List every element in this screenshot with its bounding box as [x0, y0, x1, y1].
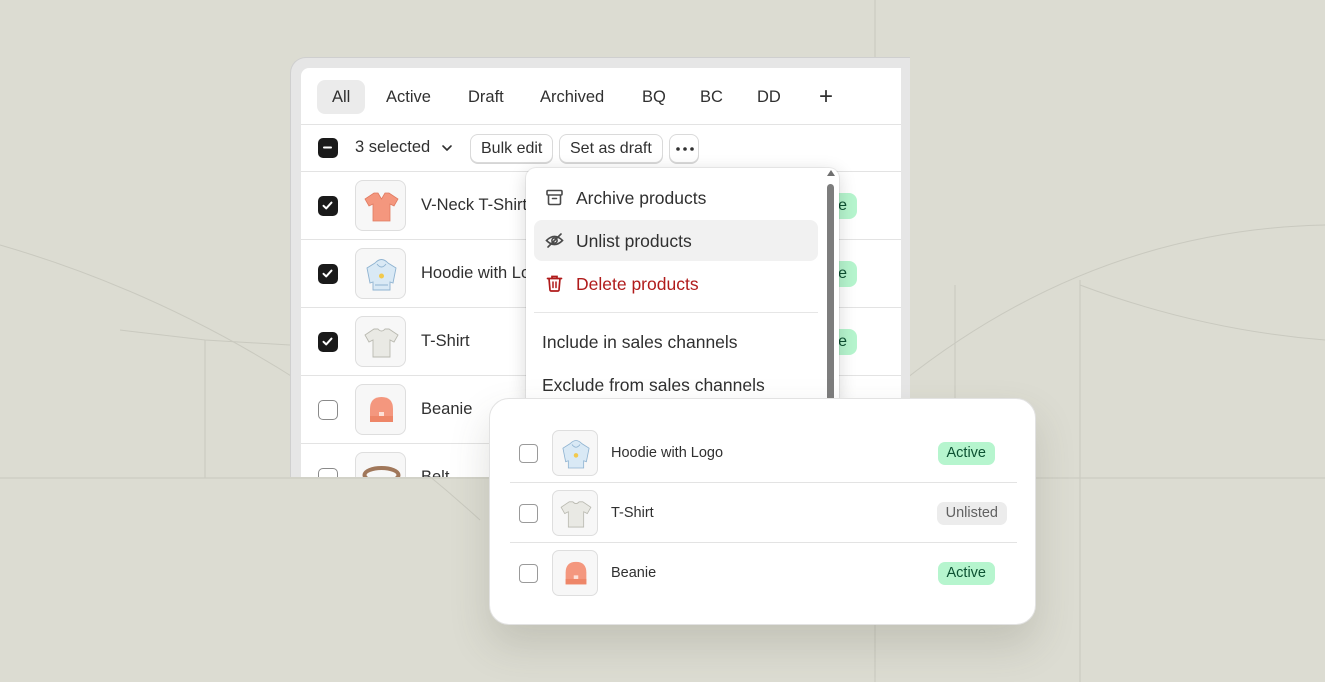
product-name[interactable]: Belt: [421, 468, 449, 477]
selection-count-dropdown[interactable]: 3 selected: [355, 138, 453, 157]
tab-dd[interactable]: DD: [742, 80, 796, 114]
status-badge: Active: [937, 562, 995, 585]
view-tabs: All Active Draft Archived BQ BC DD +: [301, 68, 901, 125]
selection-count-label: 3 selected: [355, 138, 431, 156]
menu-item-label: Unlist products: [576, 231, 692, 251]
product-thumbnail: [355, 180, 406, 231]
product-thumbnail: [355, 248, 406, 299]
list-item[interactable]: Beanie Active: [510, 543, 1017, 603]
tab-archived[interactable]: Archived: [525, 80, 619, 114]
more-actions-button[interactable]: [669, 134, 699, 163]
checkmark-icon: [322, 337, 333, 346]
beanie-image: [565, 561, 587, 585]
tab-draft[interactable]: Draft: [453, 80, 519, 114]
select-all-checkbox[interactable]: [318, 138, 338, 158]
product-thumbnail: [552, 550, 598, 596]
product-name[interactable]: V-Neck T-Shirt: [421, 196, 527, 215]
menu-item-label: Delete products: [576, 274, 699, 294]
row-checkbox[interactable]: [318, 468, 338, 477]
list-item[interactable]: T-Shirt Unlisted: [510, 483, 1017, 543]
menu-item-unlist[interactable]: Unlist products: [534, 220, 818, 261]
product-thumbnail: [355, 384, 406, 435]
menu-item-include-channels[interactable]: Include in sales channels: [534, 321, 818, 362]
beanie-image: [370, 397, 393, 422]
tab-bq[interactable]: BQ: [627, 80, 681, 114]
add-view-button[interactable]: +: [811, 80, 841, 114]
tab-active[interactable]: Active: [371, 80, 446, 114]
scrollbar-thumb[interactable]: [827, 184, 834, 406]
status-badge: Unlisted: [936, 502, 1007, 525]
product-name[interactable]: Hoodie with Logo: [611, 445, 723, 461]
bulk-action-bar: 3 selected Bulk edit Set as draft: [301, 125, 901, 172]
product-name[interactable]: Beanie: [421, 400, 472, 419]
checkmark-icon: [322, 201, 333, 210]
product-name[interactable]: T-Shirt: [421, 332, 470, 351]
ellipsis-icon: [676, 147, 694, 151]
archive-icon: [546, 189, 563, 206]
product-thumbnail: [355, 452, 406, 477]
row-checkbox[interactable]: [318, 196, 338, 216]
belt-image: [362, 466, 401, 477]
scroll-up-arrow-icon[interactable]: [827, 170, 835, 176]
menu-item-delete[interactable]: Delete products: [534, 263, 818, 304]
more-actions-menu: Archive products Unlist products Delete …: [526, 168, 839, 408]
hoodie-image: [366, 259, 397, 291]
checkmark-icon: [322, 269, 333, 278]
tab-all[interactable]: All: [317, 80, 366, 114]
row-checkbox[interactable]: [318, 400, 338, 420]
chevron-down-icon: [442, 145, 452, 151]
menu-scrollbar[interactable]: [826, 170, 838, 406]
vneck-tshirt-image: [364, 192, 399, 222]
bulk-edit-button[interactable]: Bulk edit: [470, 134, 554, 163]
row-checkbox[interactable]: [318, 264, 338, 284]
row-checkbox[interactable]: [519, 444, 538, 463]
minus-icon: [323, 146, 332, 149]
list-item[interactable]: Hoodie with Logo Active: [510, 423, 1017, 483]
tab-bc[interactable]: BC: [685, 80, 738, 114]
product-name[interactable]: T-Shirt: [611, 505, 654, 521]
product-thumbnail: [355, 316, 406, 367]
tshirt-image: [560, 501, 592, 528]
menu-item-archive[interactable]: Archive products: [534, 177, 818, 218]
trash-icon: [546, 275, 563, 292]
set-as-draft-button[interactable]: Set as draft: [559, 134, 663, 163]
row-checkbox[interactable]: [318, 332, 338, 352]
menu-item-label: Exclude from sales channels: [542, 375, 765, 395]
menu-item-label: Archive products: [576, 188, 707, 208]
menu-item-label: Include in sales channels: [542, 332, 738, 352]
status-badge: Active: [937, 442, 995, 465]
eye-slash-icon: [545, 233, 564, 248]
hoodie-image: [562, 440, 590, 469]
row-checkbox[interactable]: [519, 564, 538, 583]
menu-divider: [534, 312, 818, 313]
row-checkbox[interactable]: [519, 504, 538, 523]
product-thumbnail: [552, 490, 598, 536]
product-name[interactable]: Beanie: [611, 565, 656, 581]
tshirt-image: [364, 328, 399, 358]
product-thumbnail: [552, 430, 598, 476]
product-list-card: Hoodie with Logo Active T-Shirt Unlisted…: [489, 398, 1036, 625]
